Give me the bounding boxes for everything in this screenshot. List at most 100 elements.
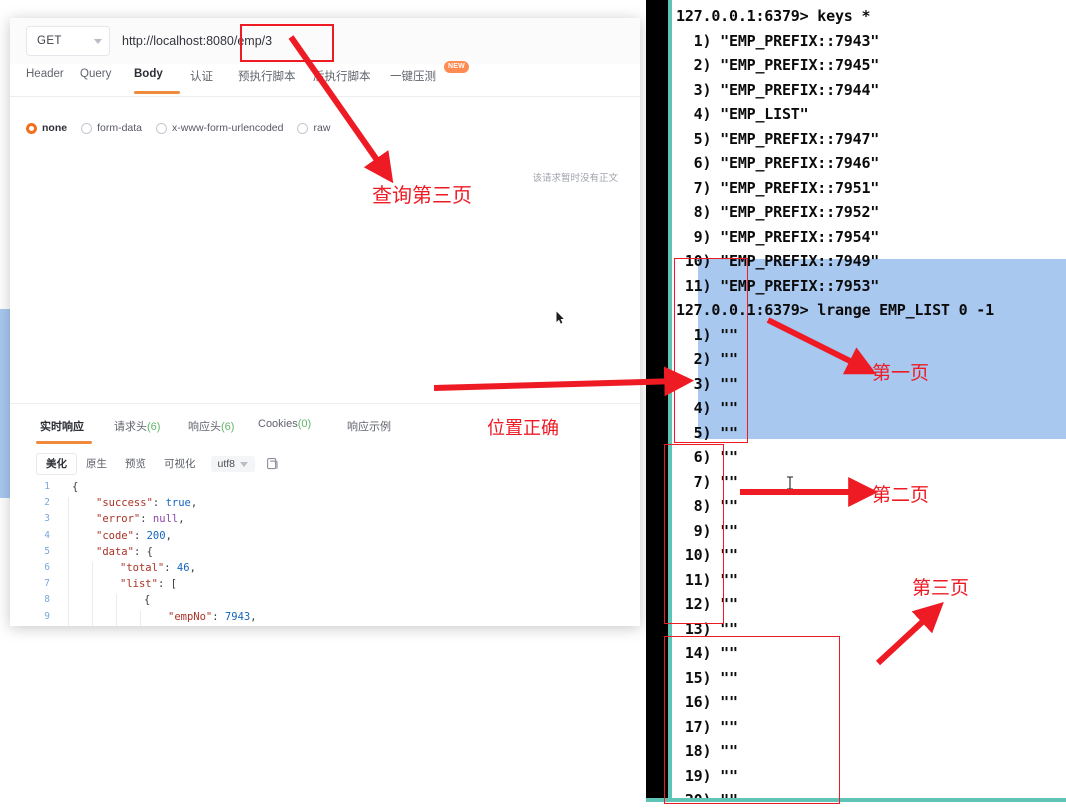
indent-guide (68, 561, 69, 579)
text-caret-icon (787, 476, 793, 490)
code-line: 2 "success": true, (10, 497, 640, 514)
url-highlight-box (240, 24, 334, 62)
radio-icon (297, 122, 309, 134)
chevron-down-icon (94, 38, 102, 44)
http-method-select[interactable]: GET (26, 26, 110, 56)
body-type-label: none (42, 122, 68, 134)
line-number: 2 (44, 497, 50, 509)
indent-guide (92, 610, 93, 626)
response-json-viewer[interactable]: 1{2 "success": true, 3 "error": null, 4 "code… (10, 481, 640, 626)
indent-guide (68, 610, 69, 626)
body-type-urlencoded[interactable]: x-www-form-urlencoded (156, 122, 283, 134)
indent-guide (92, 578, 93, 595)
indent-guide (116, 594, 117, 611)
code-line: 9 "empNo": 7943, (10, 610, 640, 626)
tab-post-script[interactable]: 后执行脚本 (313, 68, 371, 84)
terminal-result-line: 5) "EMP_PREFIX::7947" (676, 129, 880, 148)
code-text: "success": true, (96, 497, 198, 510)
format-beautify-button[interactable]: 美化 (36, 453, 77, 475)
indent-guide (68, 513, 69, 530)
annotation-page-one: 第一页 (872, 362, 930, 384)
active-tab-underline (134, 91, 180, 94)
code-text: "code": 200, (96, 529, 172, 542)
code-text: "list": [ (120, 578, 177, 591)
terminal-result-line: 8) "EMP_PREFIX::7952" (676, 203, 880, 221)
body-type-raw[interactable]: raw (297, 122, 330, 134)
body-type-label: x-www-form-urlencoded (172, 122, 284, 134)
api-client-window: GET http://localhost:8080/emp/3 Header Q… (10, 18, 640, 626)
body-type-form-data[interactable]: form-data (81, 122, 142, 134)
annotation-position-correct: 位置正确 (487, 418, 559, 439)
line-number: 7 (44, 578, 50, 590)
resp-tab-label: 实时响应 (40, 421, 84, 433)
mouse-pointer-icon (556, 311, 564, 324)
resp-tab-count: (6) (147, 421, 161, 433)
request-tab-bar: Header Query Body 认证 预执行脚本 后执行脚本 一键压测 NE… (10, 61, 640, 96)
radio-icon (26, 122, 37, 134)
radio-icon (81, 122, 93, 134)
indent-guide (116, 610, 117, 626)
tab-pre-script[interactable]: 预执行脚本 (238, 68, 296, 84)
indent-guide (68, 578, 69, 595)
code-text: "total": 46, (120, 561, 196, 574)
format-visualize-button[interactable]: 可视化 (155, 453, 205, 475)
body-type-label: raw (313, 122, 331, 134)
indent-guide (68, 529, 69, 546)
line-number: 1 (44, 481, 50, 492)
resp-tab-label: 响应示例 (347, 421, 391, 433)
resp-tab-count: (0) (297, 418, 312, 430)
code-line: 3 "error": null, (10, 513, 640, 530)
line-number: 5 (44, 545, 50, 557)
line-number: 6 (44, 561, 50, 573)
radio-icon (156, 122, 168, 134)
tab-stress-test[interactable]: 一键压测 (390, 68, 436, 84)
terminal-result-line: 2) "EMP_PREFIX::7945" (676, 56, 880, 74)
tab-header[interactable]: Header (26, 68, 64, 80)
terminal-result-line: 9) "EMP_PREFIX::7954" (676, 227, 880, 246)
terminal-result-line: 6) "EMP_PREFIX::7946" (676, 154, 880, 172)
encoding-select[interactable]: utf8 (210, 456, 256, 472)
copy-icon[interactable] (267, 457, 279, 471)
http-method-value: GET (37, 35, 62, 47)
resp-tab-realtime[interactable]: 实时响应 (40, 418, 84, 434)
code-text: { (144, 594, 151, 607)
body-type-label: form-data (97, 122, 143, 134)
tab-auth[interactable]: 认证 (190, 68, 213, 84)
code-line: 1{ (10, 481, 640, 497)
body-type-none[interactable]: none (26, 122, 67, 134)
resp-tab-req-headers[interactable]: 请求头(6) (114, 418, 160, 434)
annotation-page-two: 第二页 (872, 484, 930, 506)
indent-guide (92, 594, 93, 611)
resp-tab-label: 请求头 (114, 421, 147, 433)
code-line: 5 "data": { (10, 545, 640, 562)
page-one-box (674, 258, 748, 443)
chevron-down-icon (240, 461, 249, 467)
code-line: 4 "code": 200, (10, 529, 640, 546)
code-line: 7 "list": [ (10, 578, 640, 595)
resp-tab-count: (6) (221, 421, 235, 433)
resp-tab-resp-headers[interactable]: 响应头(6) (188, 418, 234, 434)
terminal-result-line: 4) "EMP_LIST" (676, 105, 809, 123)
terminal-result-line: 3) "EMP_PREFIX::7944" (676, 80, 880, 99)
resp-tab-label: Cookies (258, 418, 298, 430)
page-two-box (664, 444, 724, 624)
resp-tab-label: 响应头 (188, 421, 221, 433)
line-number: 3 (44, 513, 50, 525)
indent-guide (68, 545, 69, 562)
format-preview-button[interactable]: 预览 (116, 453, 155, 475)
resp-tab-cookies[interactable]: Cookies(0) (258, 418, 311, 430)
code-text: { (72, 481, 79, 493)
indent-guide (68, 497, 69, 514)
divider (10, 96, 640, 97)
tab-query[interactable]: Query (80, 68, 111, 80)
format-raw-button[interactable]: 原生 (77, 453, 116, 475)
resp-tab-examples[interactable]: 响应示例 (347, 418, 391, 434)
encoding-value: utf8 (217, 458, 236, 470)
response-format-toolbar: 美化 原生 预览 可视化 utf8 (36, 452, 279, 476)
terminal-prompt-line: 127.0.0.1:6379> keys * (676, 7, 871, 25)
new-badge: NEW (444, 61, 469, 73)
indent-guide (68, 594, 69, 611)
divider (10, 403, 640, 404)
terminal-result-line: 7) "EMP_PREFIX::7951" (676, 178, 880, 197)
tab-body[interactable]: Body (134, 68, 163, 80)
